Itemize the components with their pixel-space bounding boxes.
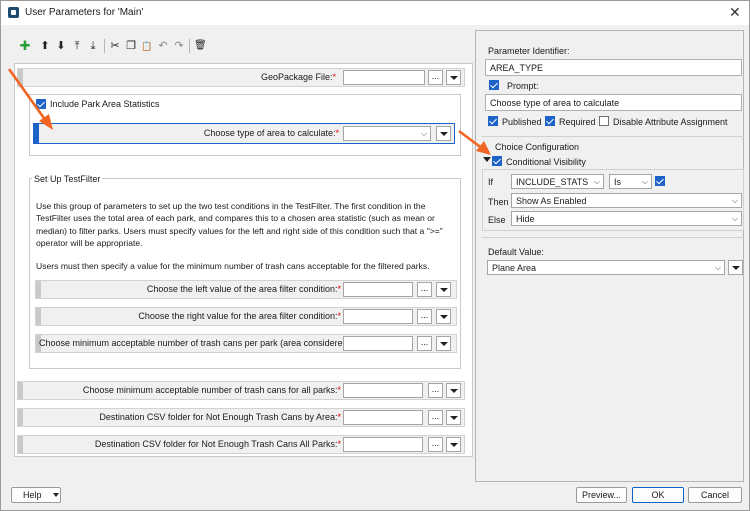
dialog-window: User Parameters for 'Main' ✕ ✚ ⬆ ⬇ ⤒ ⤓ ✂…	[0, 0, 750, 511]
annotation-arrows	[7, 68, 491, 155]
annotation-arrow-left	[7, 68, 53, 130]
annotation-arrow-right	[458, 129, 491, 155]
